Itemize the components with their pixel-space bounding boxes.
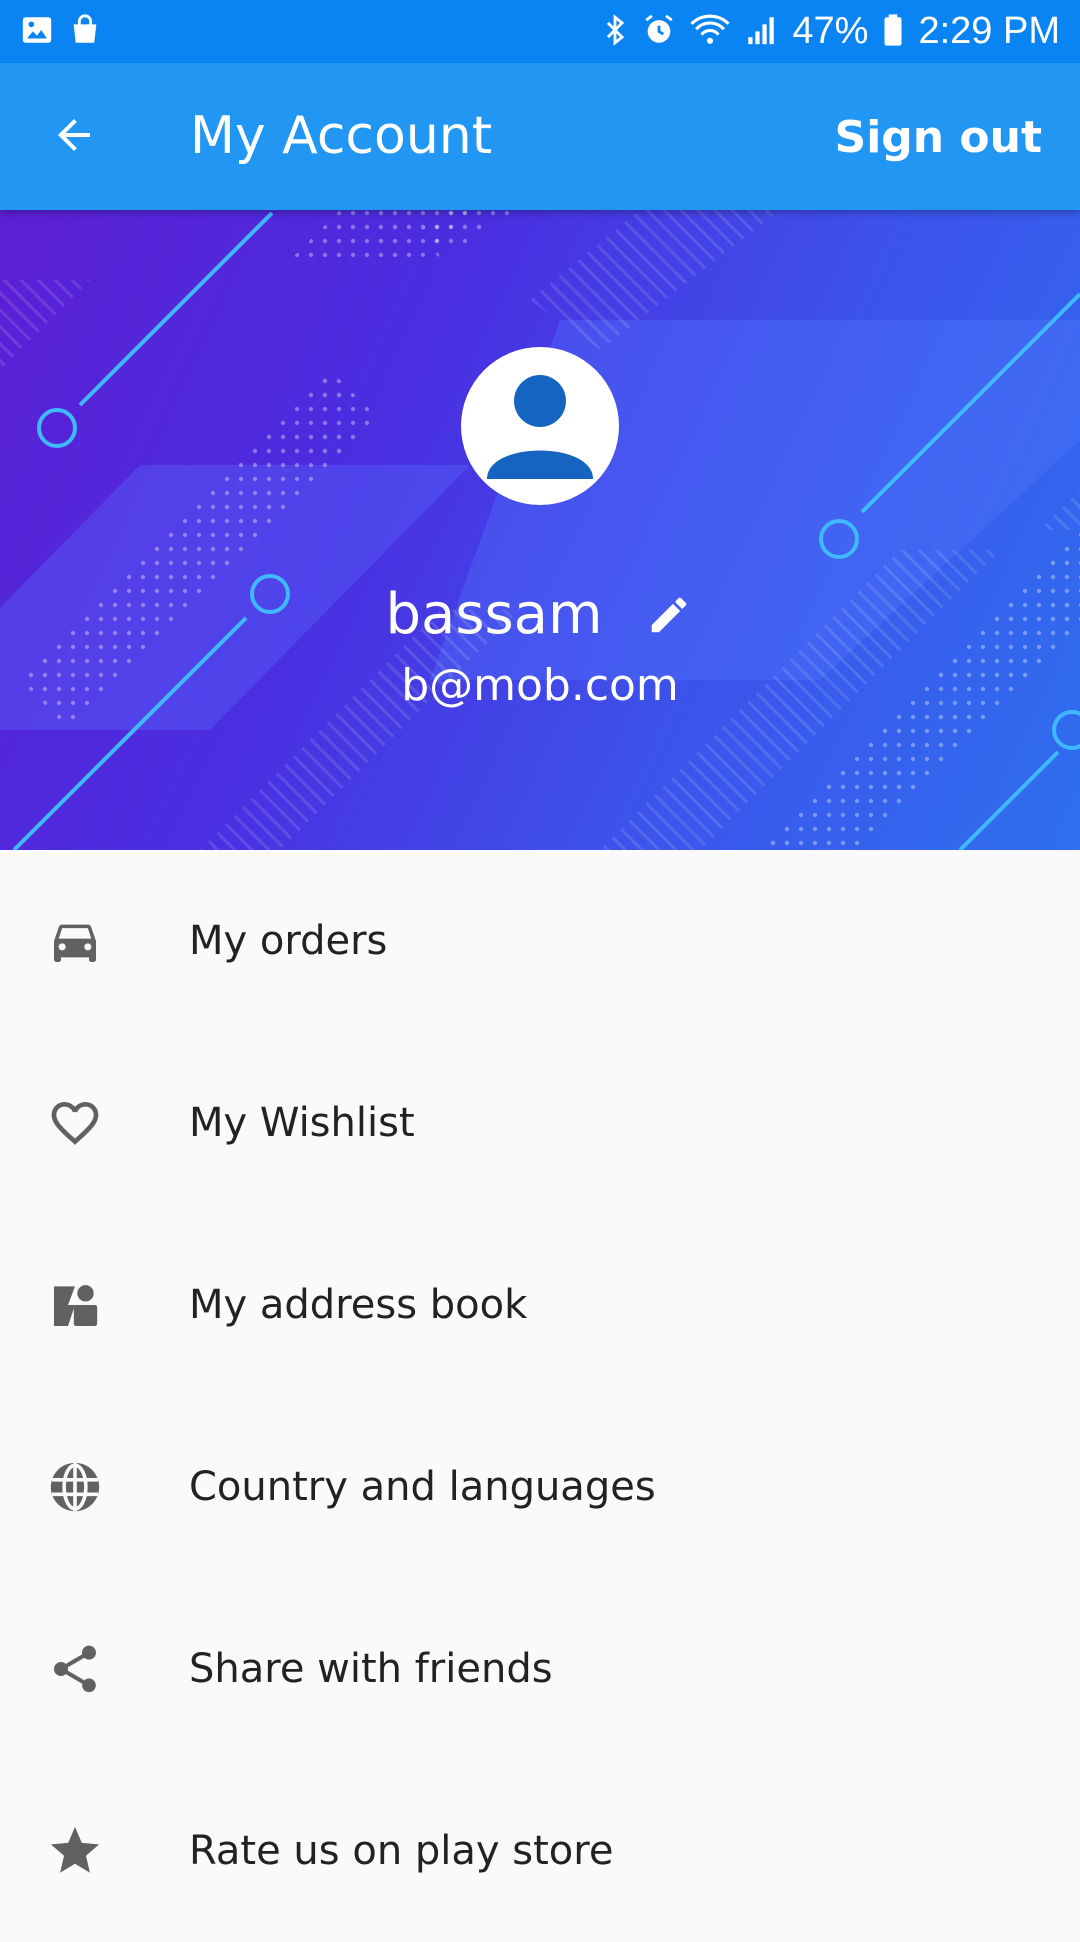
bluetooth-icon: [602, 13, 628, 51]
menu-item-label: Rate us on play store: [189, 1828, 614, 1874]
wifi-icon: [690, 13, 730, 51]
car-icon: [45, 911, 105, 971]
menu-item-share[interactable]: Share with friends: [0, 1578, 1080, 1760]
app-bar: My Account Sign out: [0, 63, 1080, 210]
menu-item-label: Share with friends: [189, 1646, 553, 1692]
menu-item-my-orders[interactable]: My orders: [0, 850, 1080, 1032]
address-book-icon: [45, 1275, 105, 1335]
person-icon: [487, 375, 593, 479]
battery-icon: [882, 13, 904, 51]
menu-item-label: My address book: [189, 1282, 528, 1328]
battery-percent: 47%: [792, 10, 869, 52]
avatar[interactable]: [461, 347, 619, 505]
account-menu: My orders My Wishlist My address book Co…: [0, 850, 1080, 1942]
status-bar: 47% 2:29 PM: [0, 0, 1080, 63]
user-email: b@mob.com: [401, 660, 679, 711]
clock: 2:29 PM: [918, 10, 1060, 52]
menu-item-label: My Wishlist: [189, 1100, 415, 1146]
signal-icon: [744, 13, 778, 51]
user-name: bassam: [385, 582, 603, 647]
shopping-bag-icon: [68, 13, 102, 51]
menu-item-country-languages[interactable]: Country and languages: [0, 1396, 1080, 1578]
menu-item-label: My orders: [189, 918, 388, 964]
star-icon: [45, 1821, 105, 1881]
header-background-pattern: [0, 210, 1080, 850]
profile-header: bassam b@mob.com: [0, 210, 1080, 850]
pencil-icon: [651, 597, 686, 633]
menu-item-rate-us[interactable]: Rate us on play store: [0, 1760, 1080, 1942]
status-right: 47% 2:29 PM: [602, 10, 1060, 53]
alarm-icon: [642, 13, 676, 51]
image-icon: [20, 13, 54, 51]
page-title: My Account: [190, 106, 493, 166]
menu-item-address-book[interactable]: My address book: [0, 1214, 1080, 1396]
share-icon: [45, 1639, 105, 1699]
status-left: [20, 13, 102, 51]
globe-icon: [45, 1457, 105, 1517]
edit-profile-button[interactable]: [643, 589, 695, 641]
menu-item-label: Country and languages: [189, 1464, 656, 1510]
sign-out-button[interactable]: Sign out: [835, 108, 1043, 168]
menu-item-my-wishlist[interactable]: My Wishlist: [0, 1032, 1080, 1214]
name-row: bassam: [0, 580, 1080, 650]
back-button[interactable]: [40, 101, 108, 169]
heart-icon: [45, 1093, 105, 1153]
arrow-back-icon: [58, 119, 90, 151]
